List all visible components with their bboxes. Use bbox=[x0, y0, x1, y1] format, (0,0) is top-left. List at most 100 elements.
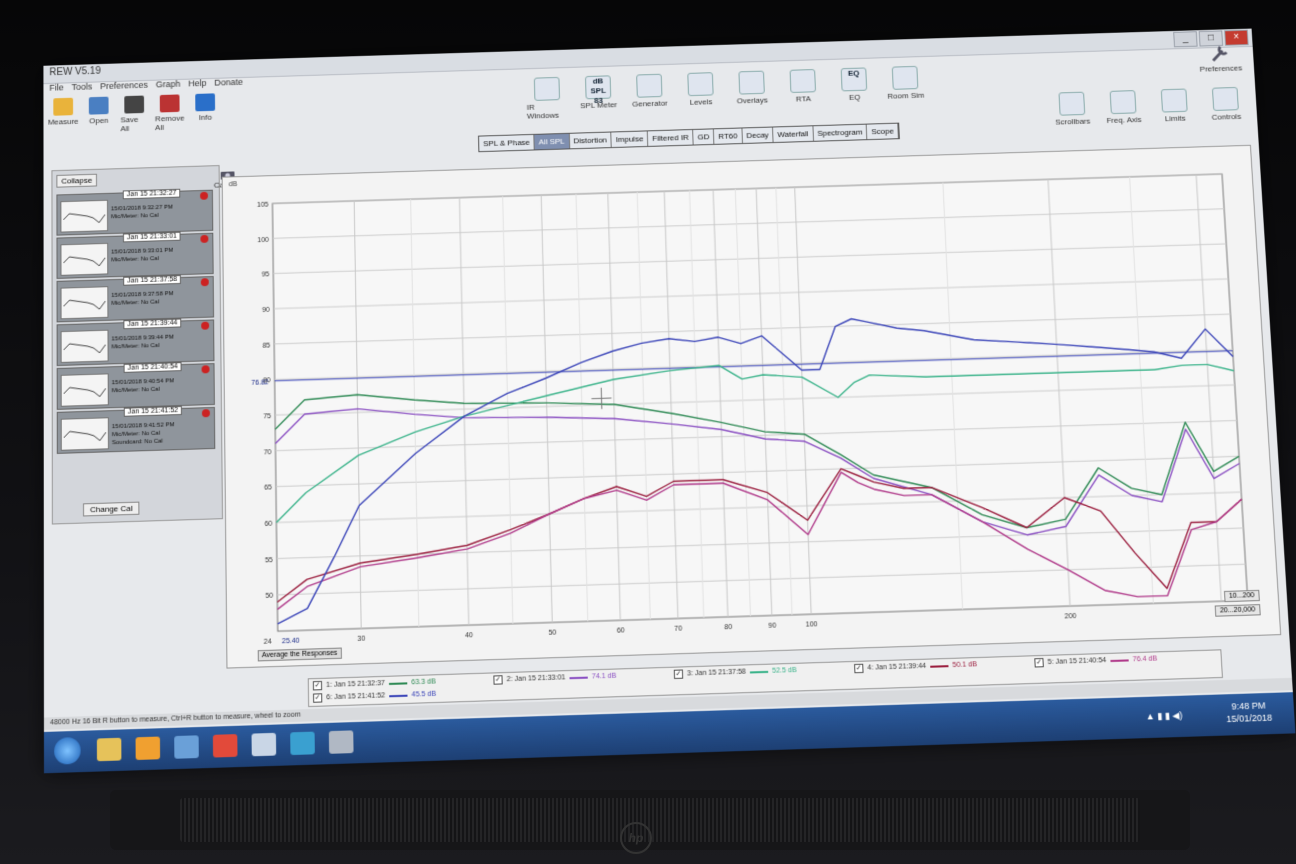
window-title: REW V5.19 bbox=[49, 66, 100, 78]
tab-decay[interactable]: Decay bbox=[742, 127, 774, 143]
tab-distortion[interactable]: Distortion bbox=[569, 132, 612, 148]
x-tick-label: 200 bbox=[1065, 613, 1077, 621]
legend-item[interactable]: ✓ 5: Jan 15 21:40:54 76.4 dB bbox=[1034, 654, 1157, 667]
files-icon[interactable] bbox=[252, 733, 277, 756]
media-player-icon[interactable] bbox=[136, 737, 161, 760]
spl-chart[interactable]: 5055606570758085909510010530 40 50 60 70 80 90… bbox=[223, 146, 1280, 668]
collapse-button[interactable]: Collapse bbox=[56, 174, 97, 188]
y-tick-label: 55 bbox=[265, 557, 273, 564]
legend-checkbox[interactable]: ✓ bbox=[493, 675, 502, 685]
toolbar-label: Measure bbox=[48, 117, 79, 127]
left-toolbar: Measure Open Save All Remove All Info bbox=[49, 93, 219, 135]
legend-item[interactable]: ✓ 2: Jan 15 21:33:01 74.1 dB bbox=[493, 672, 616, 685]
legend-item[interactable]: ✓ 3: Jan 15 21:37:58 52.5 dB bbox=[674, 666, 797, 679]
minimize-button[interactable]: _ bbox=[1173, 31, 1197, 47]
y-tick-label: 95 bbox=[262, 272, 270, 279]
start-button[interactable] bbox=[54, 737, 81, 765]
legend-checkbox[interactable]: ✓ bbox=[313, 681, 322, 691]
measurement-item[interactable]: Jan 15 21:32:27 15/01/2018 9:32:27 PM Mic/… bbox=[56, 190, 213, 236]
menu-donate[interactable]: Donate bbox=[214, 77, 243, 91]
menu-preferences[interactable]: Preferences bbox=[100, 80, 148, 95]
generator-button[interactable]: Generator bbox=[628, 74, 671, 118]
change-cal-button[interactable]: Change Cal bbox=[83, 502, 140, 517]
measurement-name[interactable]: Jan 15 21:33:01 bbox=[123, 232, 181, 243]
taskbar-clock[interactable]: 9:48 PM 15/01/2018 bbox=[1225, 699, 1272, 725]
ir-windows-button[interactable]: IR Windows bbox=[526, 77, 568, 121]
legend-checkbox[interactable]: ✓ bbox=[1034, 658, 1044, 668]
main-toolbar: IR Windows dB SPL 83 SPL Meter Generator Lev… bbox=[526, 66, 927, 121]
measurement-item[interactable]: Jan 15 21:39:44 15/01/2018 9:39:44 PM Mic/… bbox=[57, 319, 215, 366]
toolbar-label: IR Windows bbox=[527, 102, 569, 121]
tab-scope[interactable]: Scope bbox=[867, 124, 899, 140]
open-button[interactable]: Open bbox=[85, 97, 113, 135]
measurement-name[interactable]: Jan 15 21:41:52 bbox=[124, 406, 182, 417]
freq-axis-icon bbox=[1110, 90, 1137, 114]
controls-button[interactable]: Controls bbox=[1204, 87, 1247, 122]
tools-icon[interactable] bbox=[329, 730, 354, 753]
menu-file[interactable]: File bbox=[49, 83, 63, 97]
zoom-20-20000-button[interactable]: 20...20,000 bbox=[1215, 604, 1261, 617]
remove-all-button[interactable]: Remove All bbox=[156, 94, 184, 132]
chrome-icon[interactable] bbox=[213, 734, 238, 757]
limits-button[interactable]: Limits bbox=[1153, 88, 1196, 123]
tab-impulse[interactable]: Impulse bbox=[612, 131, 649, 147]
menu-graph[interactable]: Graph bbox=[156, 79, 181, 93]
remove-measurement-icon[interactable] bbox=[202, 365, 210, 373]
tab-gd[interactable]: GD bbox=[693, 129, 714, 144]
legend-checkbox[interactable]: ✓ bbox=[313, 693, 322, 703]
rta-button[interactable]: RTA bbox=[782, 69, 825, 113]
menu-tools[interactable]: Tools bbox=[72, 82, 93, 96]
measurement-item[interactable]: Jan 15 21:40:54 15/01/2018 9:40:54 PM Mic/… bbox=[57, 363, 215, 410]
legend-value: 63.3 dB bbox=[411, 678, 436, 686]
explorer-icon[interactable] bbox=[97, 738, 122, 762]
measurement-item[interactable]: Jan 15 21:33:01 15/01/2018 9:33:01 PM Mic/… bbox=[56, 233, 213, 279]
rew-icon[interactable] bbox=[290, 732, 315, 755]
remove-measurement-icon[interactable] bbox=[200, 192, 208, 200]
remove-measurement-icon[interactable] bbox=[201, 322, 209, 330]
legend-checkbox[interactable]: ✓ bbox=[854, 664, 863, 674]
legend-item[interactable]: ✓ 4: Jan 15 21:39:44 50.1 dB bbox=[854, 660, 977, 673]
tab-spl-phase[interactable]: SPL & Phase bbox=[479, 135, 535, 151]
network-icon[interactable] bbox=[174, 735, 199, 758]
system-tray[interactable]: ▲ ▮ ▮ ◀) bbox=[1145, 710, 1182, 722]
tab-waterfall[interactable]: Waterfall bbox=[773, 126, 813, 142]
legend-item[interactable]: ✓ 6: Jan 15 21:41:52 45.5 dB bbox=[313, 690, 436, 703]
crosshair-cursor bbox=[591, 398, 611, 399]
y-tick-label: 85 bbox=[262, 342, 270, 349]
menu-help[interactable]: Help bbox=[188, 78, 206, 92]
eq-button[interactable]: EQ EQ bbox=[833, 67, 876, 111]
tab-spectrogram[interactable]: Spectrogram bbox=[813, 125, 868, 141]
overlays-button[interactable]: Overlays bbox=[731, 70, 774, 114]
zoom-10-200-button[interactable]: 10...200 bbox=[1224, 590, 1260, 602]
remove-measurement-icon[interactable] bbox=[200, 235, 208, 243]
room-sim-button[interactable]: Room Sim bbox=[884, 66, 927, 110]
measure-button[interactable]: Measure bbox=[49, 98, 77, 136]
measurement-item[interactable]: Jan 15 21:41:52 15/01/2018 9:41:52 PM Mic/… bbox=[57, 407, 216, 454]
graph-area[interactable]: dB 50 55 60 65 70 75 80 85 90 95 100 105 30 40 50 60 70 8… bbox=[222, 145, 1282, 669]
measurement-name[interactable]: Jan 15 21:40:54 bbox=[124, 362, 182, 373]
legend-value: 52.5 dB bbox=[772, 667, 797, 675]
remove-measurement-icon[interactable] bbox=[202, 409, 210, 417]
scrollbars-button[interactable]: Scrollbars bbox=[1051, 91, 1094, 126]
levels-button[interactable]: Levels bbox=[679, 72, 722, 116]
measurement-name[interactable]: Jan 15 21:37:58 bbox=[123, 275, 181, 286]
tab-rt60[interactable]: RT60 bbox=[714, 128, 743, 143]
tab-all-spl[interactable]: All SPL bbox=[535, 134, 570, 150]
measurement-item[interactable]: Jan 15 21:37:58 15/01/2018 9:37:58 PM Mic/… bbox=[57, 276, 215, 322]
toolbar-label: Room Sim bbox=[887, 91, 924, 101]
info-button[interactable]: Info bbox=[191, 93, 219, 131]
freq-axis-button[interactable]: Freq. Axis bbox=[1102, 90, 1145, 125]
spl-meter-button[interactable]: dB SPL 83 SPL Meter bbox=[577, 75, 620, 119]
legend-checkbox[interactable]: ✓ bbox=[674, 669, 683, 679]
y-tick-label: 105 bbox=[257, 202, 269, 209]
toolbar-label: Limits bbox=[1165, 114, 1186, 123]
remove-measurement-icon[interactable] bbox=[201, 278, 209, 286]
measurement-name[interactable]: Jan 15 21:32:27 bbox=[123, 189, 181, 200]
measurement-name[interactable]: Jan 15 21:39:44 bbox=[123, 318, 181, 329]
x-tick-label: 90 bbox=[768, 622, 776, 629]
legend-item[interactable]: ✓ 1: Jan 15 21:32:37 63.3 dB bbox=[313, 677, 436, 690]
save-all-button[interactable]: Save All bbox=[120, 95, 148, 133]
tab-filtered-ir[interactable]: Filtered IR bbox=[648, 130, 694, 146]
legend-label: 5: Jan 15 21:40:54 bbox=[1047, 657, 1106, 666]
preferences-button[interactable]: Preferences bbox=[1198, 42, 1242, 73]
